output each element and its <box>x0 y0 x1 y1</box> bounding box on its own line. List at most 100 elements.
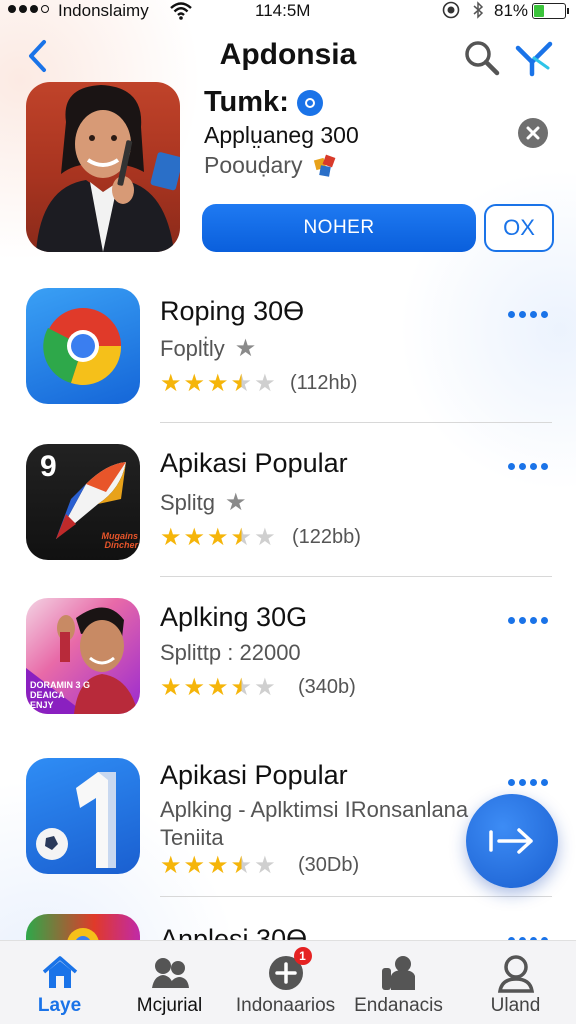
clock: 114:5M <box>255 1 311 20</box>
app-name: Aplking 30G <box>160 602 308 632</box>
carrier-name: Indonslaimy <box>58 1 149 20</box>
star-icon: ★ <box>183 852 206 879</box>
app-icon[interactable] <box>26 288 140 404</box>
app-icon-caption: Mugains Dincher <box>101 531 138 550</box>
chrome-icon <box>43 308 122 385</box>
signal-strength-icon <box>8 5 49 13</box>
featured-subtitle: Applṳaneg 300 <box>204 122 359 148</box>
tab-label: Mcjurial <box>136 995 203 1016</box>
search-button[interactable] <box>462 38 502 78</box>
brand-logo-button[interactable] <box>514 38 554 78</box>
arrow-right-icon <box>489 828 533 854</box>
star-icon: ★ <box>160 524 182 551</box>
star-icon: ★ <box>160 674 182 701</box>
star-icon: ★ <box>225 489 247 516</box>
star-icon: ★ <box>207 370 229 397</box>
app-name: Roping 30Ɵ <box>160 296 305 326</box>
tab-label: Endanacis <box>354 995 443 1016</box>
divider <box>160 576 552 577</box>
verified-badge-icon <box>296 89 323 116</box>
featured-title: Tumk: <box>204 86 323 119</box>
wifi-icon <box>170 2 192 25</box>
status-bar: Indonslaimy 114:5M 81% <box>0 0 576 24</box>
star-icon: ★ <box>230 674 253 701</box>
app-subtitle: Foplṫly ★ <box>160 334 256 363</box>
star-rating: ★ ★ ★ ★ ★ <box>160 372 276 396</box>
app-subtitle: Aplking - Aplktimsi IRonsanlana Teniita <box>160 797 469 850</box>
more-options-button[interactable] <box>508 458 552 474</box>
battery-icon <box>532 3 569 19</box>
app-icon[interactable] <box>26 914 140 940</box>
brand-logo-icon <box>515 41 553 77</box>
primary-action-button[interactable]: NOHER <box>202 204 476 252</box>
star-icon: ★ <box>234 335 257 362</box>
more-options-button[interactable] <box>508 774 552 790</box>
star-icon: ★ <box>207 674 229 701</box>
star-icon: ★ <box>183 674 206 701</box>
star-icon: ★ <box>230 524 253 551</box>
app-icon-text: DORAMIN 3 G DEAICA ENJY <box>30 680 91 710</box>
battery-percent: 81% <box>494 1 529 20</box>
app-subtitle: Splitg ★ <box>160 488 247 517</box>
home-icon <box>40 953 80 993</box>
divider <box>160 896 552 897</box>
person-photo-icon <box>36 85 180 252</box>
star-rating: ★ ★ ★ ★ ★ <box>160 854 276 878</box>
featured-category: Poouḍary <box>204 152 338 179</box>
tab-users[interactable]: Endanacis <box>341 941 456 1024</box>
star-icon: ★ <box>254 524 276 551</box>
users-icon <box>379 953 419 993</box>
tab-add[interactable]: 1 Indonaarios <box>228 941 343 1024</box>
star-rating: ★ ★ ★ ★ ★ <box>160 676 276 700</box>
tab-profile[interactable]: Uland <box>458 941 573 1024</box>
tab-label: Indonaarios <box>235 995 336 1016</box>
search-icon <box>465 41 500 76</box>
game-pieces-icon <box>314 154 336 177</box>
featured-category-label: Poouḍary <box>204 152 303 178</box>
featured-app-image[interactable] <box>26 82 180 252</box>
people-icon <box>150 953 190 993</box>
app-name: Apikasi Popular <box>160 760 348 790</box>
divider <box>160 422 552 423</box>
forward-fab-button[interactable] <box>466 794 558 888</box>
tab-people[interactable]: Mcjurial <box>112 941 227 1024</box>
star-icon: ★ <box>183 524 206 551</box>
rating-count: (122bb) <box>292 526 361 548</box>
star-icon: ★ <box>207 852 229 879</box>
star-icon: ★ <box>160 370 182 397</box>
tab-bar: Laye Mcjurial 1 Indonaarios Endanacis Ul… <box>0 940 576 1024</box>
featured-title-text: Tumk: <box>204 86 289 118</box>
rating-count: (30Db) <box>298 854 360 876</box>
rating-count: (340b) <box>298 676 356 698</box>
status-icons <box>442 1 484 24</box>
star-icon: ★ <box>160 852 182 879</box>
plus-circle-icon: 1 <box>266 947 312 993</box>
chrome-icon <box>67 928 99 940</box>
app-icon[interactable] <box>26 758 140 874</box>
star-icon: ★ <box>183 370 206 397</box>
app-icon-text: 9 <box>40 450 57 483</box>
tab-label: Uland <box>490 995 541 1016</box>
secondary-action-button[interactable]: OX <box>484 204 554 252</box>
location-icon <box>442 1 460 24</box>
battery-fill <box>534 5 544 17</box>
app-subtitle: Splittp : 22000 <box>160 640 301 666</box>
tab-label: Laye <box>37 995 82 1016</box>
star-icon: ★ <box>207 524 229 551</box>
star-icon: ★ <box>254 674 276 701</box>
star-icon: ★ <box>254 852 276 879</box>
profile-icon <box>496 953 536 993</box>
app-subtitle-text: Foplṫly <box>160 335 225 361</box>
star-icon: ★ <box>230 370 253 397</box>
star-icon: ★ <box>230 852 253 879</box>
notification-badge: 1 <box>293 947 312 965</box>
app-subtitle-text: Splitg <box>160 489 216 515</box>
close-icon <box>526 126 540 140</box>
more-options-button[interactable] <box>508 612 552 628</box>
rating-count: (112hb) <box>290 372 358 394</box>
star-rating: ★ ★ ★ ★ ★ <box>160 526 276 550</box>
close-button[interactable] <box>518 118 548 148</box>
tab-home[interactable]: Laye <box>2 941 117 1024</box>
star-icon: ★ <box>254 370 276 397</box>
more-options-button[interactable] <box>508 306 552 322</box>
